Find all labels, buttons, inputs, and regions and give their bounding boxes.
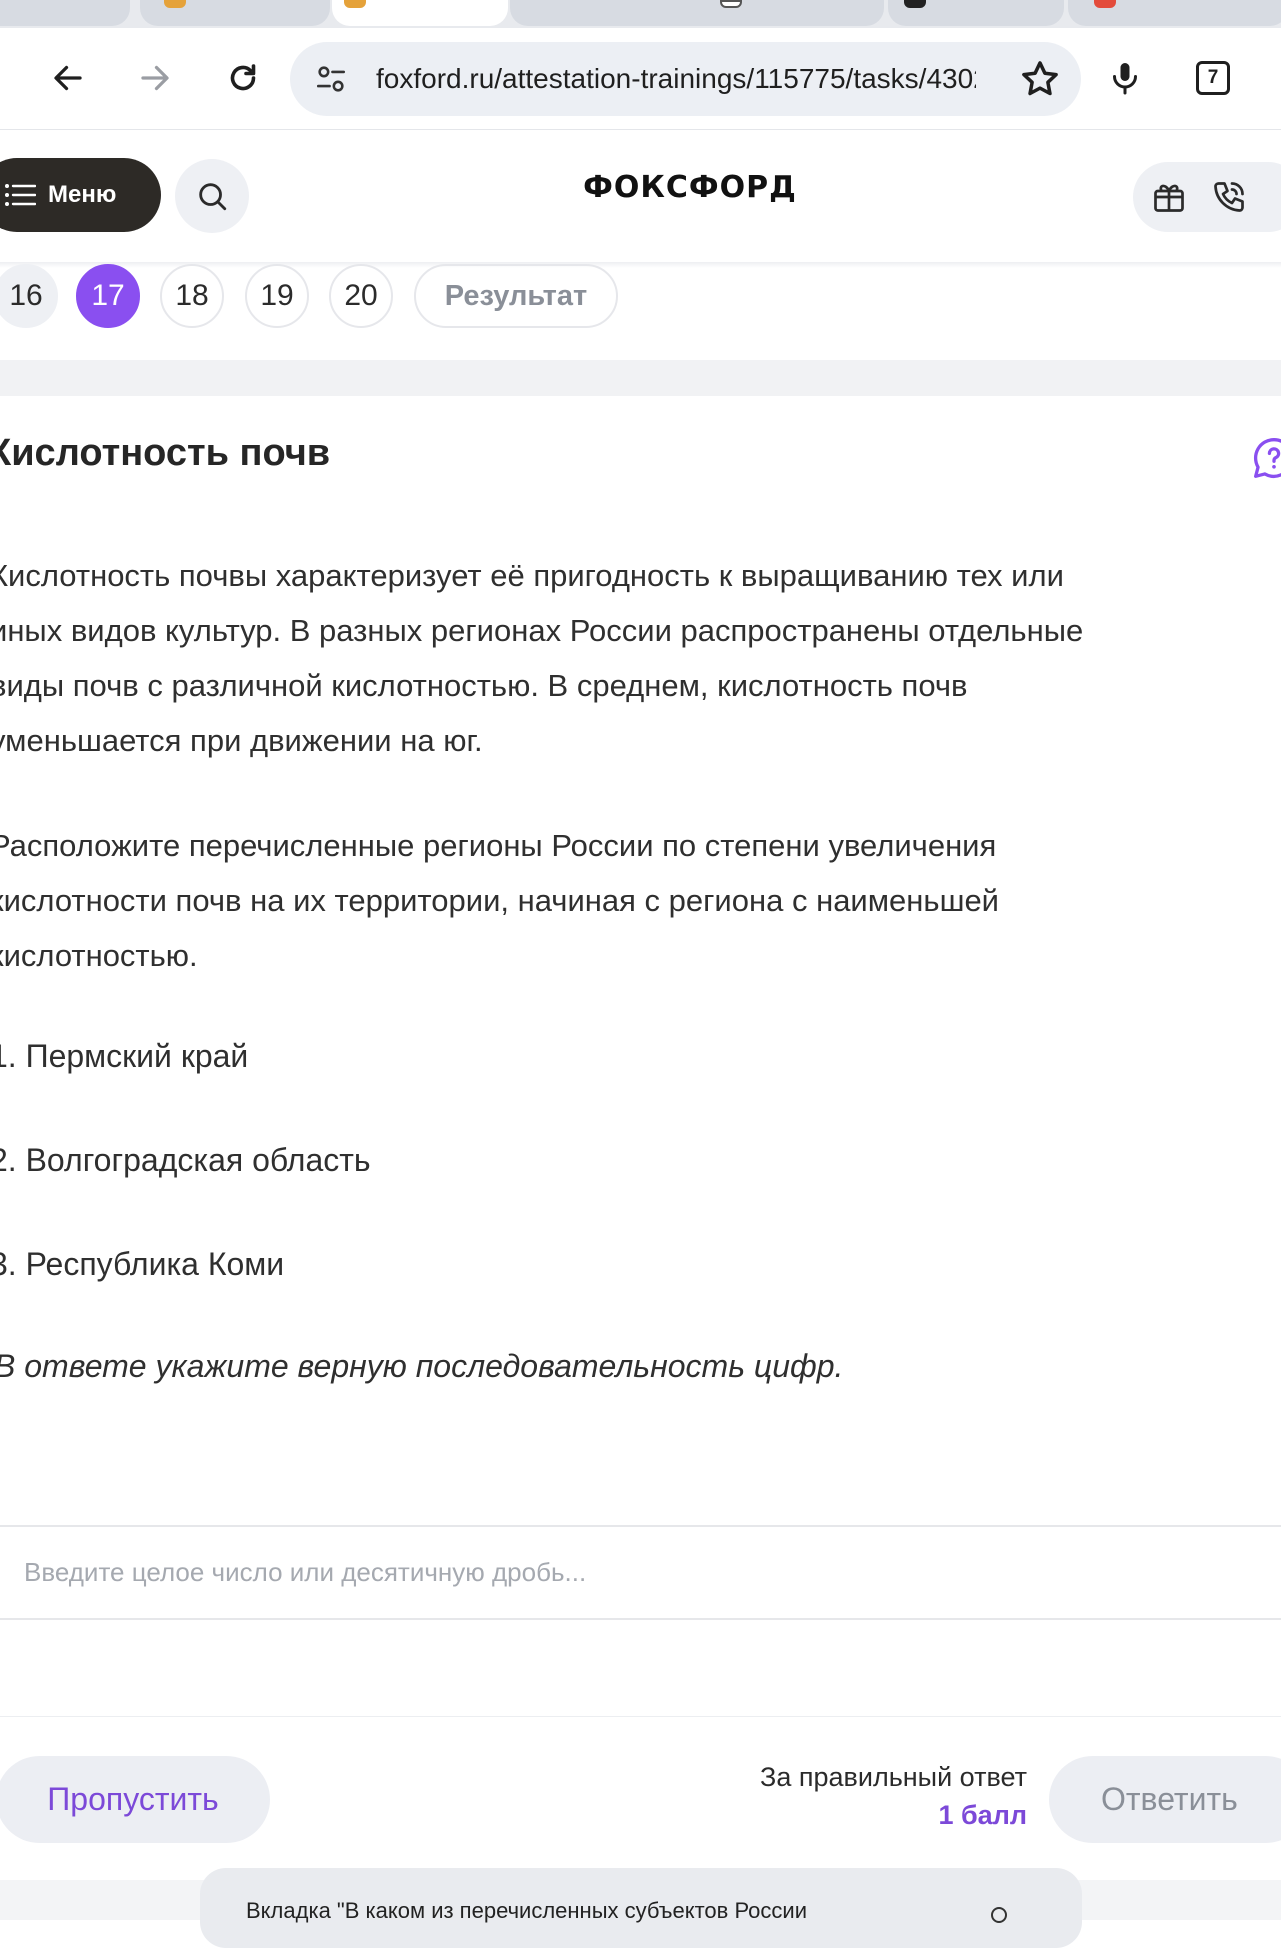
task-intro-line: иных видов культур. В разных регионах Ро… — [0, 613, 1084, 648]
answer-field-container — [0, 1525, 1281, 1620]
tab-favicon — [164, 0, 186, 8]
menu-button[interactable]: Меню — [0, 158, 161, 232]
tab-favicon — [720, 0, 742, 8]
section-divider — [0, 360, 1281, 396]
star-icon[interactable] — [1019, 58, 1061, 100]
browser-tab[interactable] — [0, 0, 130, 26]
question-number-19[interactable]: 19 — [245, 264, 309, 328]
browser-toolbar: foxford.ru/attestation-trainings/115775/… — [0, 28, 1281, 130]
task-intro-line: виды почв с различной кислотностью. В ср… — [0, 668, 968, 703]
task-question: Расположите перечисленные регионы России… — [0, 818, 1240, 983]
browser-tab-strip — [0, 0, 1281, 28]
task-question-line: кислотностью. — [0, 938, 198, 973]
site-settings-icon[interactable] — [314, 62, 348, 96]
question-number-20[interactable]: 20 — [329, 264, 393, 328]
site-header: Меню ФОКСФОРД — [0, 130, 1281, 262]
task-title: Кислотность почв — [0, 432, 331, 474]
search-button[interactable] — [175, 159, 249, 233]
mic-icon — [1113, 63, 1137, 95]
help-chat-icon[interactable] — [1252, 436, 1281, 480]
gift-icon[interactable] — [1151, 179, 1187, 215]
browser-tab[interactable] — [888, 0, 1064, 26]
reload-button[interactable] — [213, 48, 273, 108]
list-icon — [5, 184, 36, 206]
result-button[interactable]: Результат — [414, 264, 618, 328]
task-question-line: кислотности почв на их территории, начин… — [0, 883, 999, 918]
search-icon[interactable] — [988, 1904, 1012, 1928]
browser-tab[interactable] — [510, 0, 884, 26]
voice-search-button[interactable] — [1095, 48, 1155, 108]
browser-tab[interactable] — [140, 0, 330, 26]
task-intro-line: уменьшается при движении на юг. — [0, 723, 483, 758]
back-icon — [54, 65, 82, 91]
forward-icon — [141, 65, 169, 91]
tab-favicon — [344, 0, 366, 8]
question-number-16[interactable]: 16 — [0, 264, 58, 328]
phone-icon[interactable] — [1211, 179, 1247, 215]
score-value: 1 балл — [938, 1800, 1027, 1830]
answer-input[interactable] — [22, 1527, 1222, 1618]
answer-hint: В ответе укажите верную последовательнос… — [0, 1348, 844, 1384]
tab-count-icon: 7 — [1196, 61, 1230, 95]
question-number-18[interactable]: 18 — [160, 264, 224, 328]
submit-answer-button[interactable]: Ответить — [1049, 1756, 1281, 1843]
question-number-17-current[interactable]: 17 — [76, 264, 140, 328]
header-actions — [1133, 162, 1281, 232]
address-bar[interactable]: foxford.ru/attestation-trainings/115775/… — [290, 42, 1081, 116]
toast-text: Вкладка "В каком из перечисленных субъек… — [246, 1898, 807, 1923]
browser-tab[interactable] — [1068, 0, 1281, 26]
option-1: 1. Пермский край — [0, 1038, 249, 1074]
question-pager: 16 17 18 19 20 Результат — [0, 264, 1281, 328]
reload-icon — [230, 64, 256, 91]
menu-label: Меню — [48, 181, 117, 208]
tab-count: 7 — [1207, 67, 1219, 88]
tab-switcher-button[interactable]: 7 — [1183, 48, 1243, 108]
tab-favicon — [1094, 0, 1116, 8]
notification-toast[interactable]: Вкладка "В каком из перечисленных субъек… — [200, 1868, 1082, 1948]
score-label: За правильный ответ — [760, 1762, 1027, 1792]
task-question-line: Расположите перечисленные регионы России… — [0, 828, 997, 863]
forward-button[interactable] — [125, 48, 185, 108]
task-intro-line: Кислотность почвы характеризует её приго… — [0, 558, 1064, 593]
back-button[interactable] — [38, 48, 98, 108]
site-logo[interactable]: ФОКСФОРД — [520, 170, 860, 205]
url-text[interactable]: foxford.ru/attestation-trainings/115775/… — [376, 42, 976, 116]
task-intro: Кислотность почвы характеризует её приго… — [0, 548, 1240, 768]
skip-button[interactable]: Пропустить — [0, 1756, 270, 1843]
option-3: 3. Республика Коми — [0, 1246, 285, 1282]
tab-favicon — [904, 0, 926, 8]
browser-tab-active[interactable] — [332, 0, 508, 26]
option-2: 2. Волгоградская область — [0, 1142, 371, 1178]
search-icon — [199, 183, 227, 211]
footer-divider — [0, 1716, 1281, 1717]
